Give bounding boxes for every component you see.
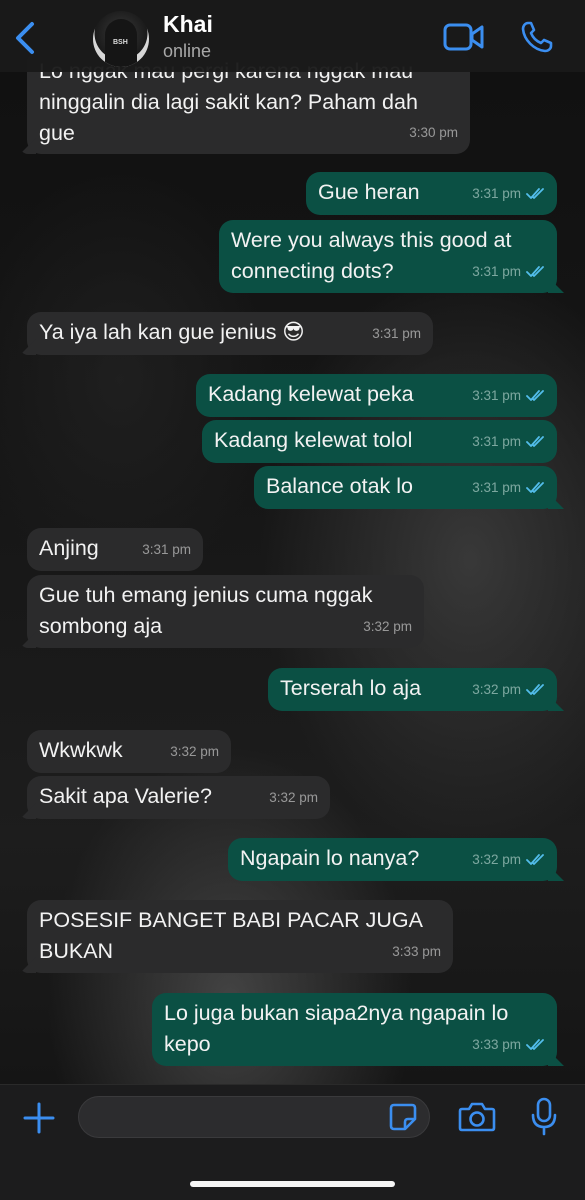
message-text: Ngapain lo nanya? [240, 846, 420, 870]
home-indicator[interactable] [190, 1181, 395, 1187]
plus-icon [23, 1102, 55, 1134]
message-bubble-outgoing[interactable]: Were you always this good at connecting … [219, 220, 557, 293]
read-ticks-icon [526, 1038, 544, 1050]
read-ticks-icon [526, 481, 544, 493]
read-ticks-icon [526, 853, 544, 865]
message-text: Balance otak lo [266, 474, 414, 498]
camera-button[interactable] [458, 1101, 496, 1133]
message-text: Terserah lo aja [280, 676, 422, 700]
message-bubble-outgoing[interactable]: Kadang kelewat tolol 3:31 pm [202, 420, 557, 463]
message-time: 3:31 pm [472, 480, 521, 495]
read-ticks-icon [526, 389, 544, 401]
message-text: Anjing [39, 536, 99, 560]
message-bubble-incoming[interactable]: Wkwkwk 3:32 pm [27, 730, 231, 773]
message-time: 3:32 pm [472, 682, 521, 697]
message-time: 3:32 pm [363, 619, 412, 634]
back-button[interactable] [10, 20, 40, 56]
voice-call-button[interactable] [520, 20, 554, 54]
chevron-left-icon [16, 22, 34, 54]
message-bubble-incoming[interactable]: Gue tuh emang jenius cuma nggak sombong … [27, 575, 424, 648]
message-time: 3:31 pm [472, 388, 521, 403]
microphone-icon [531, 1097, 557, 1136]
message-bubble-outgoing[interactable]: Ngapain lo nanya? 3:32 pm [228, 838, 557, 881]
message-time: 3:32 pm [269, 790, 318, 805]
video-call-button[interactable] [443, 22, 485, 52]
sticker-icon [389, 1103, 417, 1131]
message-time: 3:31 pm [472, 264, 521, 279]
message-input[interactable] [78, 1096, 430, 1138]
message-text: Were you always this good at connecting … [231, 228, 512, 283]
message-bubble-outgoing[interactable]: Kadang kelewat peka 3:31 pm [196, 374, 557, 417]
message-time: 3:31 pm [372, 326, 421, 341]
attach-button[interactable] [22, 1101, 56, 1135]
message-time: 3:33 pm [472, 1037, 521, 1052]
avatar[interactable]: BSH [93, 11, 149, 67]
message-text: Gue heran [318, 180, 420, 204]
message-bubble-outgoing[interactable]: Balance otak lo 3:31 pm [254, 466, 557, 509]
read-ticks-icon [526, 187, 544, 199]
message-bubble-outgoing[interactable]: Terserah lo aja 3:32 pm [268, 668, 557, 711]
message-bubble-incoming[interactable]: Sakit apa Valerie? 3:32 pm [27, 776, 330, 819]
message-time: 3:31 pm [472, 434, 521, 449]
message-time: 3:30 pm [409, 125, 458, 140]
read-ticks-icon [526, 683, 544, 695]
message-time: 3:32 pm [472, 852, 521, 867]
message-bubble-outgoing[interactable]: Gue heran 3:31 pm [306, 172, 557, 215]
message-text: Gue tuh emang jenius cuma nggak sombong … [39, 583, 373, 638]
message-composer [0, 1084, 585, 1200]
video-camera-icon [443, 23, 484, 51]
contact-name[interactable]: Khai [163, 11, 213, 38]
message-time: 3:31 pm [142, 542, 191, 557]
message-text: Kadang kelewat peka [208, 382, 414, 406]
avatar-badge: BSH [113, 39, 128, 46]
sticker-button[interactable] [388, 1102, 418, 1132]
camera-icon [458, 1102, 496, 1132]
message-bubble-incoming[interactable]: Anjing 3:31 pm [27, 528, 203, 571]
chat-header: BSH Khai online [0, 0, 585, 72]
message-time: 3:32 pm [170, 744, 219, 759]
message-time: 3:31 pm [472, 186, 521, 201]
phone-icon [521, 21, 553, 53]
message-text: Sakit apa Valerie? [39, 784, 212, 808]
message-time: 3:33 pm [392, 944, 441, 959]
read-ticks-icon [526, 265, 544, 277]
read-ticks-icon [526, 435, 544, 447]
message-text: Kadang kelewat tolol [214, 428, 413, 452]
message-bubble-incoming[interactable]: Ya iya lah kan gue jenius 😎 3:31 pm [27, 312, 433, 355]
message-text: Lo juga bukan siapa2nya ngapain lo kepo [164, 1001, 509, 1056]
message-text: Ya iya lah kan gue jenius 😎 [39, 320, 305, 344]
microphone-button[interactable] [530, 1097, 558, 1137]
message-text: Wkwkwk [39, 738, 123, 762]
message-bubble-incoming[interactable]: POSESIF BANGET BABI PACAR JUGA BUKAN 3:3… [27, 900, 453, 973]
contact-status: online [163, 41, 212, 61]
message-bubble-outgoing[interactable]: Lo juga bukan siapa2nya ngapain lo kepo … [152, 993, 557, 1066]
message-text: POSESIF BANGET BABI PACAR JUGA BUKAN [39, 908, 422, 963]
